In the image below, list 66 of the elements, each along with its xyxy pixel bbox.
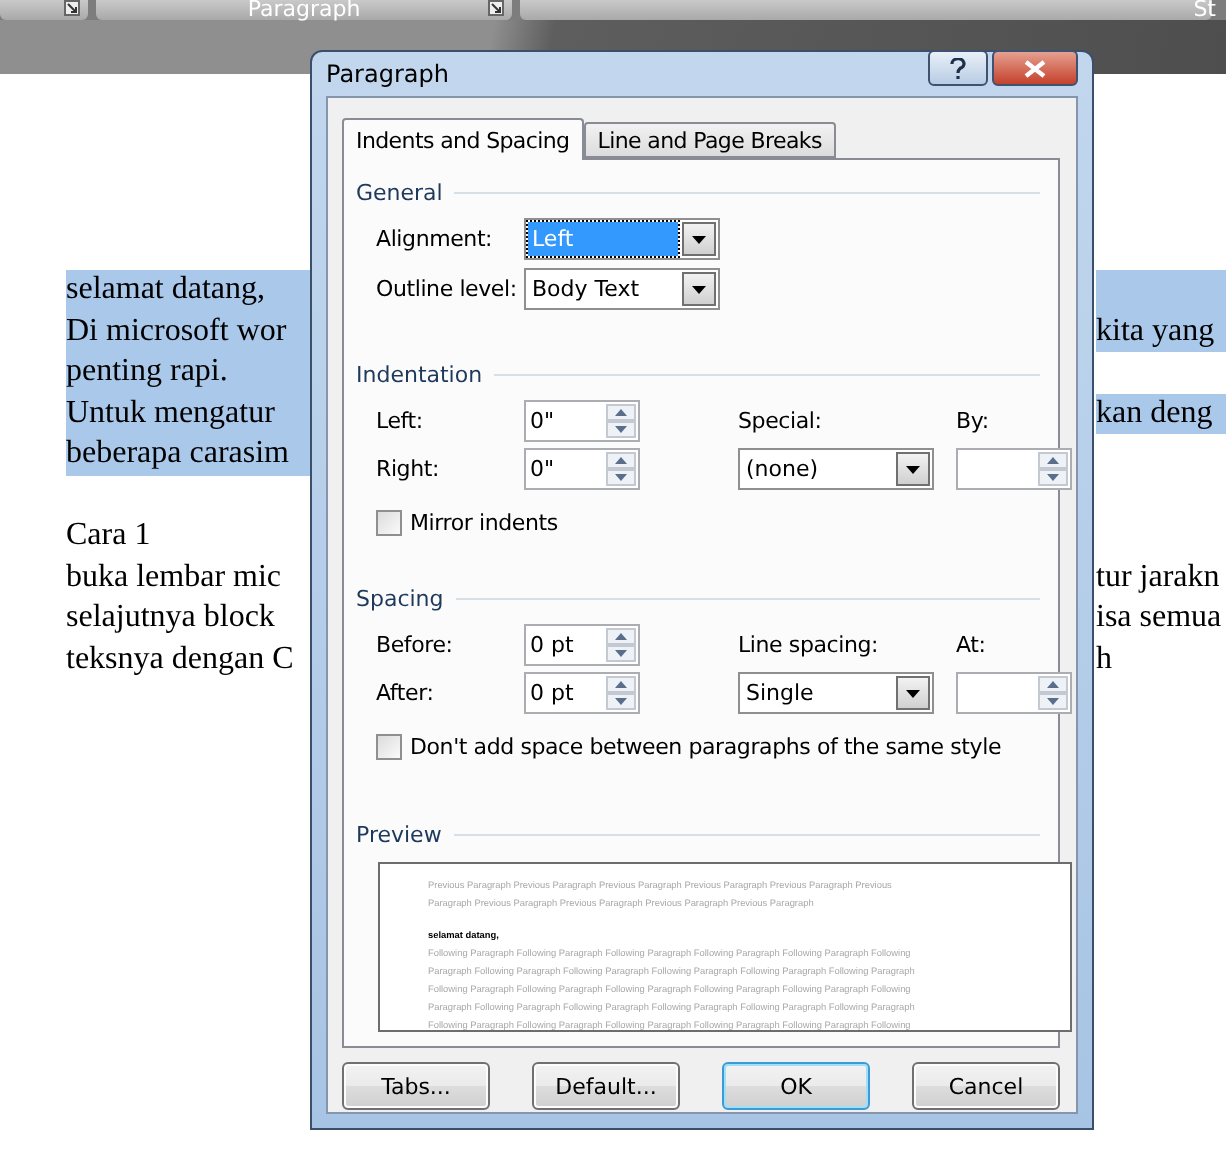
spinner-icon[interactable] <box>1038 676 1068 710</box>
document-text: teksnya dengan C <box>66 639 296 680</box>
document-text: h <box>1096 639 1114 680</box>
dialog-button[interactable]: OK <box>722 1062 870 1110</box>
by-field[interactable] <box>956 448 1072 490</box>
field-label: After: <box>376 680 436 706</box>
document-text: kan deng <box>1096 393 1226 435</box>
dialog-launcher-icon[interactable] <box>64 0 80 16</box>
spinner-icon[interactable] <box>606 404 636 438</box>
checkbox-label: Mirror indents <box>410 509 558 535</box>
dialog-button[interactable]: Default... <box>532 1062 680 1110</box>
spinner-icon[interactable] <box>606 452 636 486</box>
document-text: selamat datang, <box>66 270 310 312</box>
outline-level-dropdown[interactable]: Body Text <box>524 268 720 310</box>
section-heading: Indentation <box>356 362 483 388</box>
before-spacing-field[interactable]: 0 pt <box>524 624 640 666</box>
document-text: Cara 1 <box>66 515 153 556</box>
section-heading: General <box>356 180 443 206</box>
section-heading: Preview <box>356 822 442 848</box>
window-title: Paragraph <box>326 60 449 88</box>
document-text: Untuk mengatur <box>66 393 310 435</box>
document-text: beberapa carasim <box>66 434 310 476</box>
dialog-button[interactable]: Tabs... <box>342 1062 490 1110</box>
caret-icon <box>906 465 920 473</box>
line-spacing-dropdown[interactable]: Single <box>738 672 934 714</box>
spinner-icon[interactable] <box>1038 452 1068 486</box>
field-label: Left: <box>376 408 425 434</box>
after-spacing-field[interactable]: 0 pt <box>524 672 640 714</box>
field-label: Right: <box>376 456 441 482</box>
dialog-launcher-icon[interactable] <box>488 0 504 16</box>
field-label: At: <box>956 632 988 658</box>
document-text: selajutnya block <box>66 598 277 639</box>
checkbox-label: Don't add space between paragraphs of the same style <box>410 733 1002 759</box>
right-indent-field[interactable]: 0" <box>524 448 640 490</box>
field-label: Outline level: <box>376 276 519 302</box>
document-text: kita yang <box>1096 311 1226 353</box>
document-text: isa semua <box>1096 598 1224 639</box>
document-text: buka lembar mic <box>66 557 284 598</box>
left-indent-field[interactable]: 0" <box>524 400 640 442</box>
tab[interactable]: Line and Page Breaks <box>583 122 836 158</box>
ribbon-group-label: Paragraph <box>247 0 361 20</box>
close-icon <box>1024 59 1046 77</box>
document-text: penting rapi. <box>66 352 310 394</box>
document-text: tur jarakn <box>1096 557 1222 598</box>
caret-icon <box>906 689 920 697</box>
help-button[interactable] <box>928 50 988 86</box>
same-style-spacing-checkbox[interactable] <box>376 733 402 759</box>
mirror-indents-checkbox[interactable] <box>376 509 402 535</box>
field-label: Before: <box>376 632 455 658</box>
caret-icon <box>692 285 706 293</box>
tab[interactable]: Indents and Spacing <box>342 118 584 160</box>
caret-icon <box>692 235 706 243</box>
special-dropdown[interactable]: (none) <box>738 448 934 490</box>
field-label: Line spacing: <box>738 632 881 658</box>
spinner-icon[interactable] <box>606 676 636 710</box>
close-button[interactable] <box>992 50 1078 86</box>
at-field[interactable] <box>956 672 1072 714</box>
field-label: By: <box>956 408 991 434</box>
section-heading: Spacing <box>356 586 444 612</box>
help-icon <box>950 57 966 79</box>
ribbon-group-label: St <box>1193 0 1216 20</box>
document-text: Di microsoft wor <box>66 311 310 353</box>
field-label: Special: <box>738 408 824 434</box>
field-label: Alignment: <box>376 226 495 252</box>
dialog-button[interactable]: Cancel <box>912 1062 1060 1110</box>
spinner-icon[interactable] <box>606 628 636 662</box>
